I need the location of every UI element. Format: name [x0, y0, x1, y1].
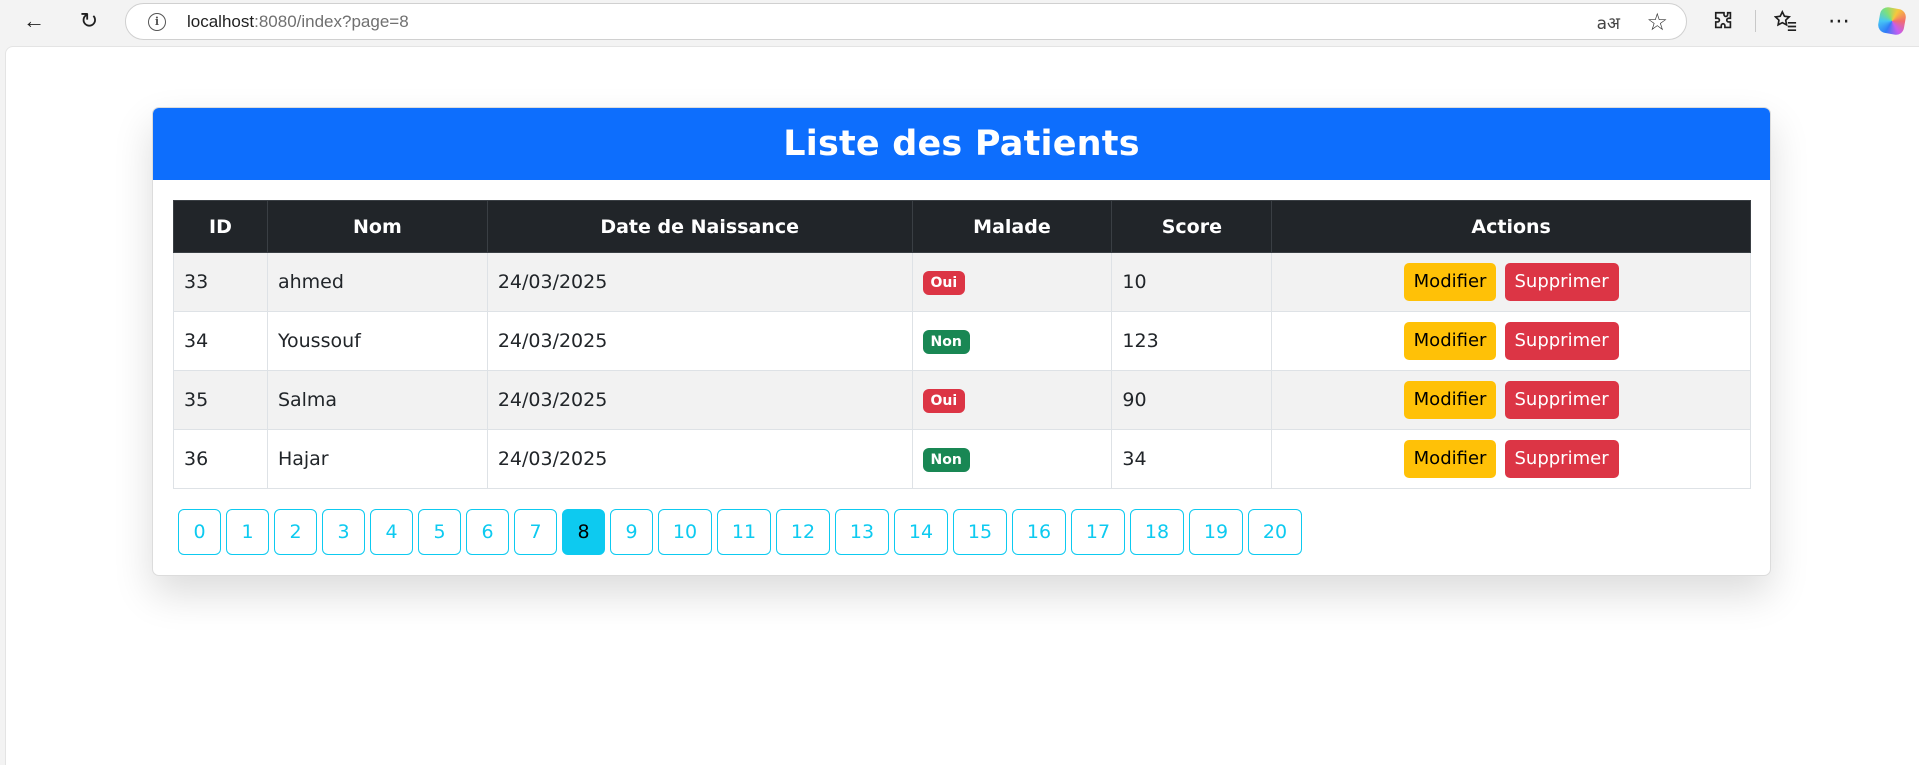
- cell-nom: Youssouf: [266, 311, 488, 371]
- column-header-date: Date de Naissance: [486, 200, 913, 253]
- edit-button[interactable]: Modifier: [1403, 263, 1497, 301]
- extensions-icon[interactable]: [1707, 4, 1741, 38]
- cell-actions: Modifier Supprimer: [1271, 370, 1751, 430]
- column-header-actions: Actions: [1271, 200, 1751, 253]
- cell-id: 34: [173, 311, 268, 371]
- page-link[interactable]: 2: [274, 509, 317, 555]
- page-link[interactable]: 17: [1071, 509, 1125, 555]
- table-row: 36 Hajar 24/03/2025 Non 34 Modifier Supp…: [173, 429, 1751, 489]
- table-row: 33 ahmed 24/03/2025 Oui 10 Modifier Supp…: [173, 252, 1751, 312]
- page-link[interactable]: 18: [1130, 509, 1184, 555]
- copilot-icon[interactable]: [1876, 5, 1908, 37]
- page-link[interactable]: 11: [717, 509, 771, 555]
- back-arrow-icon[interactable]: ←: [17, 4, 51, 38]
- toolbar-separator: [1755, 10, 1756, 32]
- page-link[interactable]: 10: [658, 509, 712, 555]
- cell-malade: Non: [911, 429, 1113, 489]
- url-host: localhost: [187, 12, 255, 31]
- page-link[interactable]: 20: [1248, 509, 1302, 555]
- url-path: :8080/index?page=8: [254, 12, 409, 31]
- page-link[interactable]: 7: [514, 509, 557, 555]
- delete-button[interactable]: Supprimer: [1504, 440, 1619, 478]
- page-link[interactable]: 13: [835, 509, 889, 555]
- page-link[interactable]: 9: [610, 509, 653, 555]
- cell-malade: Non: [911, 311, 1113, 371]
- delete-button[interactable]: Supprimer: [1504, 322, 1619, 360]
- column-header-id: ID: [173, 200, 268, 253]
- address-bar[interactable]: i localhost:8080/index?page=8 aअ ☆: [125, 3, 1687, 40]
- status-badge: Oui: [922, 270, 966, 295]
- cell-malade: Oui: [911, 370, 1113, 430]
- status-badge: Non: [922, 447, 970, 472]
- page-link[interactable]: 0: [178, 509, 221, 555]
- cell-actions: Modifier Supprimer: [1271, 429, 1751, 489]
- site-info-icon[interactable]: i: [148, 13, 166, 31]
- favorite-star-icon[interactable]: ☆: [1646, 8, 1668, 37]
- cell-date: 24/03/2025: [486, 429, 913, 489]
- edit-button[interactable]: Modifier: [1403, 381, 1497, 419]
- cell-actions: Modifier Supprimer: [1271, 252, 1751, 312]
- page-link[interactable]: 3: [322, 509, 365, 555]
- cell-id: 33: [173, 252, 268, 312]
- column-header-malade: Malade: [911, 200, 1113, 253]
- page-link[interactable]: 5: [418, 509, 461, 555]
- cell-score: 123: [1111, 311, 1273, 371]
- patients-card: Liste des Patients ID Nom Date de Naissa…: [152, 107, 1771, 576]
- delete-button[interactable]: Supprimer: [1504, 263, 1619, 301]
- table-header-row: ID Nom Date de Naissance Malade Score Ac…: [173, 200, 1751, 253]
- cell-id: 36: [173, 429, 268, 489]
- page-link-current[interactable]: 8: [562, 509, 605, 555]
- cell-score: 10: [1111, 252, 1273, 312]
- page-link[interactable]: 14: [894, 509, 948, 555]
- cell-id: 35: [173, 370, 268, 430]
- page-viewport: Liste des Patients ID Nom Date de Naissa…: [5, 46, 1919, 765]
- page-link[interactable]: 15: [953, 509, 1007, 555]
- url-text[interactable]: localhost:8080/index?page=8: [187, 12, 409, 32]
- status-badge: Non: [922, 329, 970, 354]
- page-link[interactable]: 4: [370, 509, 413, 555]
- cell-date: 24/03/2025: [486, 311, 913, 371]
- refresh-icon[interactable]: ↻: [72, 4, 106, 38]
- cell-date: 24/03/2025: [486, 370, 913, 430]
- cell-nom: Hajar: [266, 429, 488, 489]
- page-link[interactable]: 19: [1189, 509, 1243, 555]
- read-aloud-icon[interactable]: aअ: [1597, 11, 1620, 34]
- favorites-icon[interactable]: [1769, 4, 1803, 38]
- pagination: 0 1 2 3 4 5 6 7 8 9 10 11 12 13 14 15 16 17 18 19 20: [178, 509, 1302, 555]
- page-link[interactable]: 12: [776, 509, 830, 555]
- status-badge: Oui: [922, 388, 966, 413]
- patients-table: ID Nom Date de Naissance Malade Score Ac…: [173, 200, 1751, 489]
- cell-date: 24/03/2025: [486, 252, 913, 312]
- cell-nom: ahmed: [266, 252, 488, 312]
- browser-toolbar: ← ↻ i localhost:8080/index?page=8 aअ ☆ ⋯: [0, 0, 1919, 42]
- cell-score: 34: [1111, 429, 1273, 489]
- table-row: 35 Salma 24/03/2025 Oui 90 Modifier Supp…: [173, 370, 1751, 430]
- page-link[interactable]: 6: [466, 509, 509, 555]
- cell-malade: Oui: [911, 252, 1113, 312]
- cell-actions: Modifier Supprimer: [1271, 311, 1751, 371]
- page-title: Liste des Patients: [783, 124, 1140, 164]
- delete-button[interactable]: Supprimer: [1504, 381, 1619, 419]
- table-row: 34 Youssouf 24/03/2025 Non 123 Modifier …: [173, 311, 1751, 371]
- more-options-icon[interactable]: ⋯: [1822, 4, 1856, 38]
- cell-nom: Salma: [266, 370, 488, 430]
- page-link[interactable]: 16: [1012, 509, 1066, 555]
- column-header-score: Score: [1111, 200, 1273, 253]
- edit-button[interactable]: Modifier: [1403, 440, 1497, 478]
- page-link[interactable]: 1: [226, 509, 269, 555]
- cell-score: 90: [1111, 370, 1273, 430]
- edit-button[interactable]: Modifier: [1403, 322, 1497, 360]
- column-header-nom: Nom: [266, 200, 488, 253]
- card-header: Liste des Patients: [153, 108, 1770, 180]
